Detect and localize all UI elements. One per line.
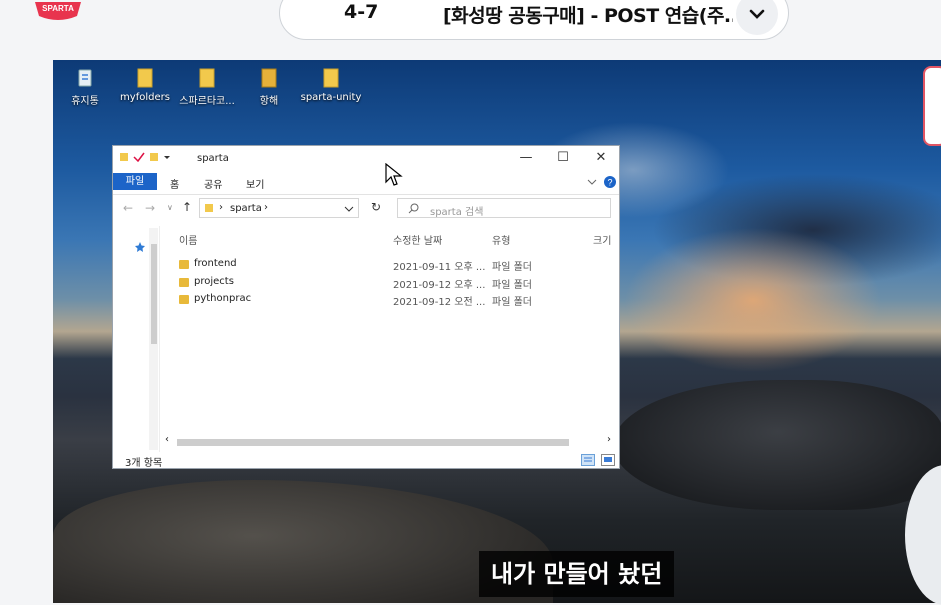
help-icon[interactable]: ? — [603, 175, 617, 189]
side-panel-tab[interactable] — [923, 66, 941, 146]
folder-icon — [179, 295, 189, 304]
lesson-number: 4-7 — [344, 1, 379, 23]
close-icon[interactable]: ✕ — [591, 150, 611, 166]
search-icon — [408, 203, 419, 214]
maximize-icon[interactable]: ☐ — [553, 150, 573, 166]
breadcrumb-separator: › — [219, 202, 223, 213]
ribbon-tabs: 파일 홈 공유 보기 ? — [113, 172, 619, 192]
folder-icon — [261, 68, 277, 88]
rock-shape — [53, 480, 553, 603]
details-view-icon[interactable] — [581, 454, 595, 466]
desktop-icon-hanghae[interactable]: 항해 — [237, 66, 301, 107]
file-name: projects — [194, 276, 234, 287]
rock-shape — [613, 380, 941, 510]
expand-ribbon-icon[interactable] — [587, 178, 597, 186]
search-placeholder: sparta 검색 — [430, 207, 484, 218]
lecture-video[interactable]: 휴지통 myfolders 스파르타코... 항해 sparta-unity s… — [53, 60, 941, 603]
up-arrow-icon[interactable]: ↑ — [182, 200, 192, 214]
quick-access-toolbar — [119, 152, 171, 162]
file-explorer-window[interactable]: sparta — ☐ ✕ 파일 홈 공유 보기 ? ← → ∨ ↑ › spar… — [112, 145, 620, 469]
tab-share[interactable]: 공유 — [204, 176, 222, 191]
tab-view[interactable]: 보기 — [246, 176, 264, 191]
svg-text:SPARTA: SPARTA — [42, 4, 74, 13]
star-icon — [135, 242, 145, 252]
file-name: frontend — [194, 258, 237, 269]
forward-arrow-icon[interactable]: → — [145, 201, 155, 215]
file-date: 2021-09-12 오전 ... — [393, 297, 486, 308]
customize-dropdown-icon[interactable] — [163, 152, 171, 162]
refresh-icon[interactable]: ↻ — [371, 200, 381, 214]
folder-icon — [323, 68, 339, 88]
video-subtitle: 내가 만들어 놨던 — [479, 551, 675, 597]
breadcrumb-separator: › — [264, 202, 268, 213]
address-bar-row: ← → ∨ ↑ › sparta › ↻ sparta 검색 — [113, 194, 619, 223]
scroll-left-icon[interactable]: ‹ — [165, 434, 169, 445]
navigation-pane[interactable] — [113, 226, 160, 452]
file-row[interactable]: pythonprac 2021-09-12 오전 ... 파일 폴더 — [179, 292, 559, 308]
column-header-name[interactable]: 이름 — [179, 232, 197, 247]
column-header-type[interactable]: 유형 — [492, 232, 510, 247]
folder-icon — [137, 68, 153, 88]
file-name: pythonprac — [194, 293, 252, 304]
folder-icon — [199, 68, 215, 88]
folder-icon — [120, 153, 128, 161]
desktop-icon-label: myfolders — [120, 92, 170, 103]
file-row[interactable]: frontend 2021-09-11 오후 ... 파일 폴더 — [179, 257, 559, 273]
window-title: sparta — [197, 153, 229, 164]
folder-icon — [179, 260, 189, 269]
minimize-icon[interactable]: — — [516, 150, 536, 166]
file-type: 파일 폴더 — [492, 280, 532, 291]
tab-home[interactable]: 홈 — [170, 176, 179, 191]
file-type: 파일 폴더 — [492, 262, 532, 273]
lesson-title: [화성땅 공동구매] - POST 연습(주... — [443, 5, 733, 27]
desktop-icon-label: 스파르타코... — [179, 96, 235, 107]
nav-scrollbar[interactable] — [149, 228, 158, 450]
search-input[interactable]: sparta 검색 — [397, 198, 611, 218]
status-bar: 3개 항목 — [113, 452, 619, 469]
svg-text:?: ? — [607, 178, 612, 188]
breadcrumb-sparta[interactable]: sparta — [230, 203, 262, 214]
lesson-selector[interactable]: 4-7 [화성땅 공동구매] - POST 연습(주... — [279, 0, 789, 40]
new-folder-icon[interactable] — [149, 152, 159, 162]
desktop-icon-recycle-bin[interactable]: 휴지통 — [53, 66, 117, 107]
column-header-date[interactable]: 수정한 날짜 — [393, 232, 442, 247]
horizontal-scrollbar[interactable]: ‹ › — [163, 434, 615, 448]
chevron-down-icon[interactable] — [344, 206, 354, 212]
checkmark-icon[interactable] — [133, 152, 145, 162]
mouse-cursor-icon — [385, 163, 403, 186]
desktop-icon-myfolders[interactable]: myfolders — [113, 66, 177, 103]
large-icons-view-icon[interactable] — [601, 454, 615, 466]
desktop-icon-label: sparta-unity — [300, 92, 362, 103]
file-type: 파일 폴더 — [492, 297, 532, 308]
scrollbar-thumb[interactable] — [177, 439, 569, 446]
desktop-icon-spartacoding[interactable]: 스파르타코... — [175, 66, 239, 107]
file-date: 2021-09-12 오후 ... — [393, 280, 486, 291]
chevron-down-icon[interactable] — [736, 0, 778, 35]
column-header-size[interactable]: 크기 — [593, 232, 611, 247]
desktop-icon-label: 항해 — [259, 96, 279, 107]
recent-locations-icon[interactable]: ∨ — [167, 203, 173, 212]
tab-file[interactable]: 파일 — [113, 173, 157, 190]
address-bar[interactable]: › sparta › — [199, 198, 359, 218]
folder-icon — [205, 204, 213, 212]
file-date: 2021-09-11 오후 ... — [393, 262, 486, 273]
title-bar[interactable]: sparta — ☐ ✕ — [113, 146, 619, 172]
desktop-icon-sparta-unity[interactable]: sparta-unity — [299, 66, 363, 103]
desktop-icon-label: 휴지통 — [71, 96, 99, 107]
item-count: 3개 항목 — [125, 458, 163, 469]
sparta-logo[interactable]: SPARTA — [33, 0, 83, 22]
folder-icon — [179, 278, 189, 287]
recycle-bin-icon — [78, 69, 92, 87]
file-row[interactable]: projects 2021-09-12 오후 ... 파일 폴더 — [179, 275, 559, 291]
scroll-right-icon[interactable]: › — [607, 434, 611, 445]
back-arrow-icon[interactable]: ← — [123, 201, 133, 215]
